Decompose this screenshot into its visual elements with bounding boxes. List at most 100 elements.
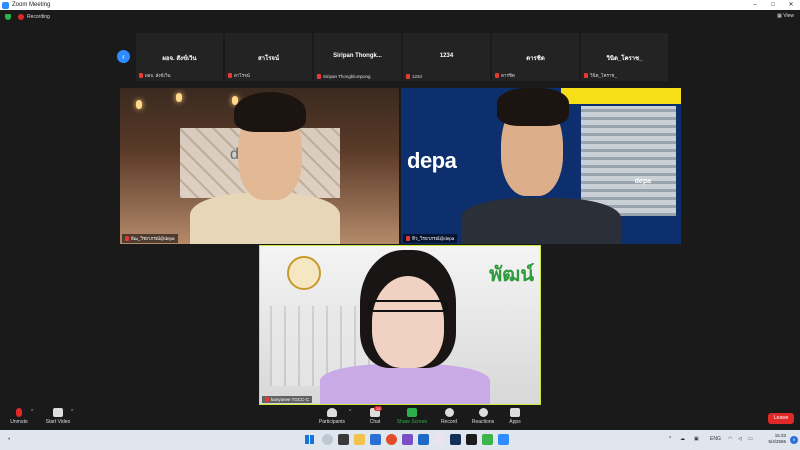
- person-hair: [234, 92, 306, 132]
- video-tile[interactable]: depa depa ทิว_วิรยาภรณ์@depa: [401, 88, 681, 244]
- word-icon[interactable]: [418, 434, 429, 445]
- tile-label: ธีฒ_วิรยาภรณ์@depa: [122, 234, 178, 243]
- participant-name: ดารชิต: [526, 56, 545, 62]
- line-icon[interactable]: [482, 434, 493, 445]
- participant-caption: Siripan Thongklumpong: [317, 74, 370, 79]
- participant-thumbnail[interactable]: 1234 1234: [403, 33, 490, 81]
- record-label: Record: [440, 419, 458, 425]
- onedrive-icon[interactable]: ☁: [680, 436, 685, 442]
- yellow-banner: [561, 88, 681, 104]
- participant-caption: ผอจ. สังข์เวิน: [139, 72, 171, 79]
- lamp-light: [136, 100, 142, 109]
- minimize-button[interactable]: –: [746, 0, 764, 10]
- tile-label-text: ธีฒ_วิรยาภรณ์@depa: [131, 236, 175, 241]
- close-button[interactable]: ✕: [782, 0, 800, 10]
- unmute-button[interactable]: Unmute: [6, 408, 32, 425]
- apps-button[interactable]: Apps: [506, 408, 524, 425]
- photoshop-icon[interactable]: [450, 434, 461, 445]
- notification-badge[interactable]: 9: [790, 436, 798, 444]
- glasses: [368, 300, 448, 312]
- person-body: [190, 193, 340, 244]
- person-body: [461, 198, 621, 244]
- zoom-taskbar-icon[interactable]: [498, 434, 509, 445]
- participant-caption-text: ดารชิต: [501, 73, 515, 78]
- chat-label: Chat: [369, 419, 381, 425]
- view-button[interactable]: ▦ View: [777, 13, 794, 19]
- start-video-button[interactable]: Start Video: [42, 408, 74, 425]
- edge-icon[interactable]: [370, 434, 381, 445]
- shield-icon[interactable]: [5, 14, 11, 20]
- participant-name: ผอจ. สังข์เวิน: [162, 56, 197, 62]
- record-icon: [444, 408, 454, 417]
- chat-badge: 28: [374, 406, 383, 411]
- lamp-light: [176, 93, 182, 102]
- participant-thumbnail[interactable]: Siripan Thongk... Siripan Thongklumpong: [314, 33, 401, 81]
- participant-name: สาโรจน์: [257, 56, 280, 62]
- participants-button[interactable]: 44 Participants: [316, 408, 348, 425]
- muted-mic-icon: [584, 73, 588, 78]
- chrome-icon[interactable]: [386, 434, 397, 445]
- participant-strip: ผอจ. สังข์เวิน ผอจ. สังข์เวิน สาโรจน์ สา…: [136, 33, 668, 81]
- camera-icon[interactable]: ▣: [694, 436, 699, 442]
- reactions-button[interactable]: Reactions: [470, 408, 496, 425]
- muted-mic-icon: [139, 73, 143, 78]
- active-speaker-tile[interactable]: พัฒน์ kanyanee TGCC-C: [259, 245, 541, 405]
- wifi-icon[interactable]: ◠: [728, 436, 732, 442]
- tile-label: kanyanee TGCC-C: [262, 396, 313, 403]
- share-screen-icon: [407, 408, 417, 417]
- recording-icon: [18, 14, 24, 20]
- participants-label: Participants: [318, 419, 346, 425]
- person-hair: [497, 88, 569, 126]
- video-tile[interactable]: de ธีฒ_วิรยาภรณ์@depa: [120, 88, 399, 244]
- zoom-window: Zoom Meeting – □ ✕ Recording ▦ View ‹ ผอ…: [0, 0, 800, 450]
- participant-caption: 1234: [406, 74, 422, 79]
- chevron-up-icon[interactable]: ^: [31, 409, 33, 415]
- title-bar: Zoom Meeting – □ ✕: [0, 0, 800, 10]
- chevron-up-icon[interactable]: ^: [71, 409, 73, 415]
- participant-name: วินิต_โคราช_: [606, 56, 643, 62]
- chat-button[interactable]: 28 Chat: [365, 406, 385, 425]
- meeting-toolbar: Unmute ^ Start Video ^ 44 Participants ^…: [0, 405, 800, 430]
- thai-banner-text: พัฒน์: [489, 264, 534, 286]
- clock-date: 5/4/2565: [768, 439, 786, 444]
- chevron-up-icon[interactable]: ^: [349, 409, 351, 415]
- volume-icon[interactable]: ◁: [738, 436, 742, 442]
- participant-thumbnail[interactable]: วินิต_โคราช_ วินิต_โคราช_: [581, 33, 668, 81]
- maximize-button[interactable]: □: [764, 0, 782, 10]
- color-wheel-icon[interactable]: [434, 434, 445, 445]
- participant-thumbnail[interactable]: ผอจ. สังข์เวิน ผอจ. สังข์เวิน: [136, 33, 223, 81]
- zoom-app-icon: [2, 1, 9, 9]
- file-explorer-icon[interactable]: [354, 434, 365, 445]
- battery-icon[interactable]: ▭: [748, 436, 753, 442]
- participant-caption: ดารชิต: [495, 72, 515, 79]
- app-icon[interactable]: [402, 434, 413, 445]
- share-screen-button[interactable]: Share Screen: [396, 408, 428, 425]
- weather-icon[interactable]: ◐: [8, 436, 11, 442]
- windows-start-icon[interactable]: [305, 435, 314, 444]
- muted-mic-icon: [125, 236, 129, 241]
- participant-caption-text: สาโรจน์: [234, 73, 250, 78]
- participant-thumbnail[interactable]: ดารชิต ดารชิต: [492, 33, 579, 81]
- clock[interactable]: 15:33 5/4/2565: [768, 433, 786, 445]
- task-view-icon[interactable]: [338, 434, 349, 445]
- reactions-icon: [478, 408, 488, 417]
- leave-button[interactable]: Leave: [768, 413, 794, 424]
- view-label: View: [783, 13, 794, 19]
- chevron-up-icon[interactable]: ^: [669, 436, 671, 442]
- participant-caption-text: วินิต_โคราช_: [590, 73, 617, 78]
- participant-caption-text: Siripan Thongklumpong: [323, 74, 371, 79]
- muted-mic-icon: [228, 73, 232, 78]
- participant-caption: สาโรจน์: [228, 72, 250, 79]
- window-controls: – □ ✕: [746, 0, 800, 10]
- participants-count: 44: [330, 409, 336, 415]
- participant-thumbnail[interactable]: สาโรจน์ สาโรจน์: [225, 33, 312, 81]
- prev-page-button[interactable]: ‹: [117, 50, 130, 63]
- participant-name: Siripan Thongk...: [333, 53, 382, 59]
- search-icon[interactable]: [322, 434, 333, 445]
- tile-label-text: kanyanee TGCC-C: [271, 397, 310, 402]
- participant-caption-text: 1234: [412, 74, 423, 79]
- app-icon[interactable]: [466, 434, 477, 445]
- language-indicator[interactable]: ENG: [710, 436, 721, 442]
- record-button[interactable]: Record: [438, 408, 460, 425]
- apps-icon: [510, 408, 520, 417]
